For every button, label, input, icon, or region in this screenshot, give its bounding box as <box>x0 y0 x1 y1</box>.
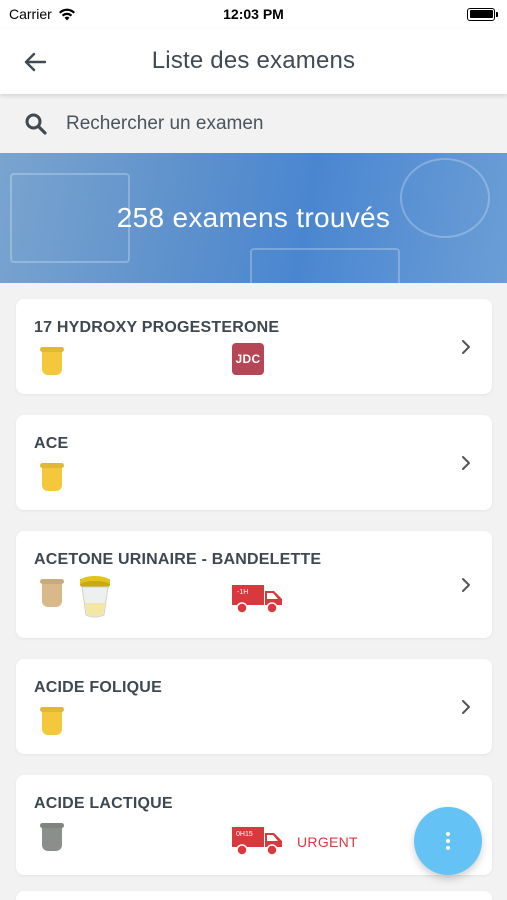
battery-icon <box>467 7 498 21</box>
jdc-badge: JDC <box>232 343 264 375</box>
more-vertical-icon <box>446 832 450 850</box>
banner-decoration <box>10 173 130 263</box>
tube-icon <box>42 823 62 851</box>
chevron-right-icon <box>462 340 470 354</box>
exam-name: ACIDE FOLIQUE <box>34 679 162 696</box>
status-left: Carrier <box>9 6 76 22</box>
delivery-truck-icon: -1H <box>232 585 282 614</box>
carrier-label: Carrier <box>9 6 52 22</box>
banner-decoration <box>250 248 400 283</box>
banner-decoration <box>400 158 490 238</box>
chevron-right-icon <box>462 578 470 592</box>
tube-icon <box>42 579 62 607</box>
exam-card[interactable]: 17 HYDROXY PROGESTERONE JDC <box>16 299 492 394</box>
results-banner: 258 examens trouvés <box>0 153 507 283</box>
exam-name: ACETONE URINAIRE - BANDELETTE <box>34 551 322 568</box>
exam-card[interactable]: ACE <box>16 415 492 510</box>
search-icon <box>25 113 47 135</box>
results-count: 258 examens trouvés <box>116 202 391 233</box>
exam-name: ACE <box>34 435 69 452</box>
back-button[interactable] <box>20 47 50 77</box>
urine-cup-icon <box>80 576 110 618</box>
status-bar: Carrier 12:03 PM <box>0 0 507 28</box>
more-options-button[interactable] <box>414 807 482 875</box>
back-arrow-icon <box>24 52 46 72</box>
chevron-right-icon <box>462 700 470 714</box>
truck-label: -1H <box>237 589 248 596</box>
page-title: Liste des examens <box>151 47 356 74</box>
exam-name: ACIDE LACTIQUE <box>34 795 173 812</box>
chevron-right-icon <box>462 456 470 470</box>
app-header: Liste des examens <box>0 28 507 94</box>
search-bar <box>0 94 507 153</box>
status-time: 12:03 PM <box>223 6 284 22</box>
exam-card[interactable]: ACETONE URINAIRE - BANDELETTE -1H <box>16 531 492 638</box>
delivery-truck-icon: 0H15 <box>232 827 282 856</box>
exam-card[interactable] <box>16 891 492 900</box>
urgent-label: URGENT <box>297 834 358 850</box>
exam-name: 17 HYDROXY PROGESTERONE <box>34 319 280 336</box>
exam-card[interactable]: ACIDE FOLIQUE <box>16 659 492 754</box>
tube-icon <box>42 707 62 735</box>
truck-label: 0H15 <box>236 831 253 838</box>
wifi-icon <box>58 8 75 20</box>
tube-icon <box>42 463 62 491</box>
tube-icon <box>42 347 62 375</box>
search-input[interactable] <box>66 112 466 135</box>
